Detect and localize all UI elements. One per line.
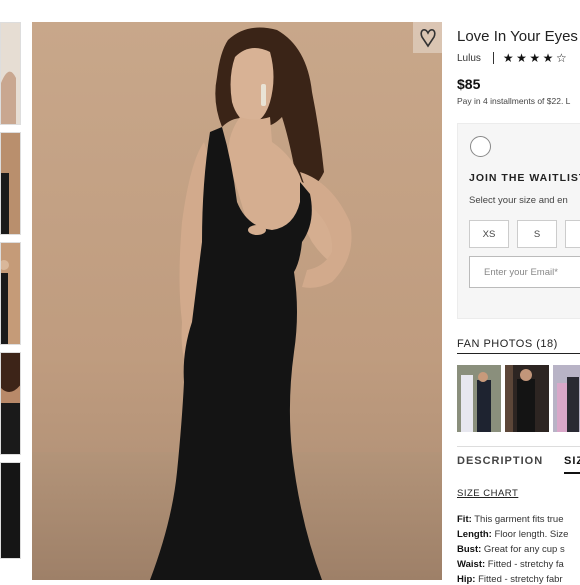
spec-text: Floor length. Size [494, 529, 569, 540]
spec-label: Fit: [457, 514, 472, 525]
brand-rating-row: Lulus ★★★★☆ [457, 51, 569, 65]
installment-info: Pay in 4 installments of $22. L [457, 96, 571, 106]
spec-waist: Waist: Fitted - stretchy fa [457, 559, 564, 570]
tab-size[interactable]: SIZ [564, 455, 580, 467]
model-photo [32, 22, 442, 580]
fan-photo-2[interactable] [505, 365, 549, 432]
tab-description[interactable]: DESCRIPTION [457, 455, 543, 467]
thumbnail-1[interactable] [0, 22, 21, 125]
thumbnail-4[interactable] [0, 352, 21, 455]
spec-fit: Fit: This garment fits true [457, 514, 563, 525]
active-tab-indicator [564, 472, 580, 474]
spec-label: Waist: [457, 559, 486, 570]
product-main-image [32, 22, 442, 580]
size-option-m[interactable] [565, 220, 580, 248]
spec-text: Great for any cup s [483, 544, 565, 555]
size-option-xs[interactable]: XS [469, 220, 509, 248]
thumbnail-2[interactable] [0, 132, 21, 235]
spec-bust: Bust: Great for any cup s [457, 544, 565, 555]
spec-text: Fitted - stretchy fa [487, 559, 564, 570]
tabs-divider [457, 446, 580, 447]
product-price: $85 [457, 76, 481, 92]
favorite-button[interactable] [413, 22, 442, 53]
product-details-panel: Love In Your Eyes Lulus ★★★★☆ $85 Pay in… [457, 0, 580, 585]
email-field[interactable]: Enter your Email* [469, 256, 580, 288]
fan-photos-title: FAN PHOTOS (18) [457, 338, 558, 350]
size-option-s[interactable]: S [517, 220, 557, 248]
divider [457, 353, 580, 354]
fan-photo-2-image [505, 365, 549, 432]
spec-length: Length: Floor length. Size [457, 529, 568, 540]
thumbnail-2-image [1, 133, 20, 234]
brand-name[interactable]: Lulus [457, 53, 481, 64]
thumbnail-4-image [1, 353, 20, 454]
thumbnail-3-image [1, 243, 20, 344]
rating-stars[interactable]: ★★★★☆ [503, 51, 569, 65]
thumbnail-5-image [1, 463, 20, 558]
waitlist-box: JOIN THE WAITLIST Select your size and e… [457, 123, 580, 319]
divider [492, 52, 494, 64]
thumbnail-1-image [1, 23, 20, 124]
spec-label: Bust: [457, 544, 482, 555]
fan-photo-1-image [457, 365, 501, 432]
thumbnail-5[interactable] [0, 462, 21, 559]
heart-icon [419, 28, 436, 47]
size-chart-link[interactable]: SIZE CHART [457, 488, 518, 499]
fan-photo-3[interactable] [553, 365, 580, 432]
radio-button[interactable] [470, 136, 491, 157]
fan-photo-3-image [553, 365, 580, 432]
waitlist-title: JOIN THE WAITLIST [469, 172, 580, 184]
fan-photo-1[interactable] [457, 365, 501, 432]
spec-text: This garment fits true [474, 514, 564, 525]
product-title: Love In Your Eyes [457, 28, 578, 45]
thumbnail-3[interactable] [0, 242, 21, 345]
spec-label: Length: [457, 529, 492, 540]
waitlist-subtitle: Select your size and en [469, 195, 568, 206]
